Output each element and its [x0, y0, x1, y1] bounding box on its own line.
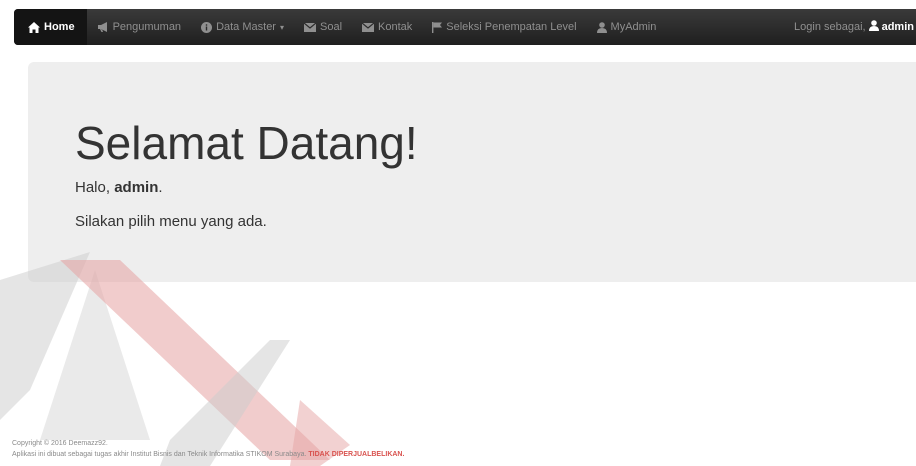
bullhorn-icon — [97, 22, 109, 32]
nav-kontak[interactable]: Kontak — [352, 9, 422, 45]
greeting-suffix: . — [158, 179, 163, 196]
chevron-down-icon: ▾ — [279, 22, 284, 32]
top-navbar: Home Pengumuman Data Master ▾ Soal Konta… — [14, 9, 916, 45]
login-user[interactable]: admin — [868, 20, 914, 34]
greeting: Halo, admin. — [75, 179, 163, 196]
login-username: admin — [881, 21, 914, 33]
nav-pengumuman[interactable]: Pengumuman — [87, 9, 192, 45]
nav-myadmin[interactable]: MyAdmin — [587, 9, 667, 45]
welcome-jumbotron: Selamat Datang! Halo, admin. Silakan pil… — [28, 62, 916, 282]
instruction-text: Silakan pilih menu yang ada. — [75, 213, 267, 230]
nav-soal-label: Soal — [320, 21, 343, 33]
nav-pengumuman-label: Pengumuman — [112, 21, 182, 33]
page-title: Selamat Datang! — [75, 117, 418, 169]
login-status: Login sebagai, admin — [794, 20, 916, 34]
nav-seleksi-label: Seleksi Penempatan Level — [446, 21, 577, 33]
home-icon — [28, 21, 40, 33]
nav-kontak-label: Kontak — [378, 21, 413, 33]
nav-data-master[interactable]: Data Master ▾ — [191, 9, 294, 45]
footer-note: Aplikasi ini dibuat sebagai tugas akhir … — [12, 451, 307, 458]
nav-home[interactable]: Home — [14, 9, 87, 45]
greeting-user: admin — [114, 179, 159, 196]
nav-seleksi-penempatan-level[interactable]: Seleksi Penempatan Level — [422, 9, 586, 45]
envelope-icon — [304, 22, 316, 32]
greeting-prefix: Halo, — [75, 179, 111, 196]
login-prefix: Login sebagai, — [794, 21, 866, 33]
footer-copyright: Copyright © 2016 Deemazz92. — [12, 440, 108, 447]
nav-soal[interactable]: Soal — [294, 9, 352, 45]
nav-myadmin-label: MyAdmin — [610, 21, 657, 33]
flag-icon — [432, 21, 443, 33]
footer: Copyright © 2016 Deemazz92. Aplikasi ini… — [12, 438, 404, 460]
footer-note-line: Aplikasi ini dibuat sebagai tugas akhir … — [12, 449, 404, 460]
nav-data-master-label: Data Master — [216, 21, 276, 33]
footer-warning: TIDAK DIPERJUALBELIKAN. — [308, 451, 405, 458]
user-icon — [596, 21, 607, 33]
nav-home-label: Home — [44, 21, 75, 33]
info-circle-icon — [201, 21, 213, 33]
user-icon — [868, 20, 879, 34]
envelope-icon — [362, 22, 375, 32]
